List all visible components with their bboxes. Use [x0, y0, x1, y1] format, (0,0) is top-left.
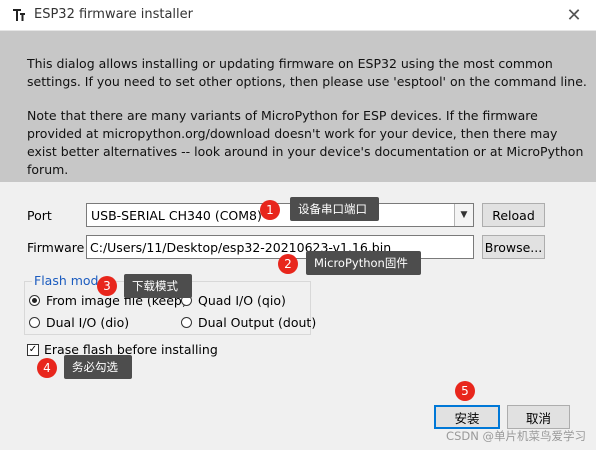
port-value: USB-SERIAL CH340 (COM8): [91, 208, 262, 223]
radio-icon: [29, 317, 40, 328]
installer-dialog: ESP32 firmware installer ✕ This dialog a…: [0, 0, 596, 450]
annotation-badge-1: 1: [260, 200, 280, 220]
radio-label: Dual Output (dout): [198, 315, 317, 330]
browse-button[interactable]: Browse...: [482, 235, 545, 259]
radio-label: Quad I/O (qio): [198, 293, 286, 308]
info-panel: This dialog allows installing or updatin…: [0, 31, 596, 182]
port-select[interactable]: USB-SERIAL CH340 (COM8) ▼: [86, 203, 474, 227]
annotation-tip-4: 务必勾选: [64, 355, 132, 379]
annotation-badge-3: 3: [97, 276, 117, 296]
install-button[interactable]: 安装: [434, 405, 500, 429]
info-text-2: Note that there are many variants of Mic…: [27, 108, 584, 177]
title-bar: ESP32 firmware installer ✕: [0, 0, 596, 31]
radio-selected-icon: [29, 295, 40, 306]
port-label: Port: [27, 208, 52, 223]
checkmark-icon: ✓: [27, 343, 39, 356]
annotation-badge-2: 2: [278, 254, 298, 274]
annotation-badge-4: 4: [37, 358, 57, 378]
chevron-down-icon[interactable]: ▼: [454, 204, 473, 226]
firmware-label: Firmware: [27, 240, 85, 255]
close-icon: ✕: [566, 4, 582, 26]
window-title: ESP32 firmware installer: [34, 7, 193, 22]
radio-dout[interactable]: Dual Output (dout): [181, 315, 316, 330]
radio-label: Dual I/O (dio): [46, 315, 130, 330]
watermark: CSDN @单片机菜鸟爱学习: [446, 429, 586, 443]
radio-dio[interactable]: Dual I/O (dio): [29, 315, 129, 330]
annotation-tip-3: 下载模式: [124, 274, 192, 298]
annotation-tip-2: MicroPython固件: [306, 251, 421, 275]
reload-button[interactable]: Reload: [482, 203, 545, 227]
annotation-badge-5: 5: [455, 381, 475, 401]
info-text-1: This dialog allows installing or updatin…: [27, 56, 587, 89]
radio-qio[interactable]: Quad I/O (qio): [181, 293, 286, 308]
app-icon: [11, 7, 27, 23]
close-button[interactable]: ✕: [552, 0, 596, 30]
radio-icon: [181, 317, 192, 328]
cancel-button[interactable]: 取消: [507, 405, 570, 429]
annotation-tip-1: 设备串口端口: [290, 197, 379, 221]
